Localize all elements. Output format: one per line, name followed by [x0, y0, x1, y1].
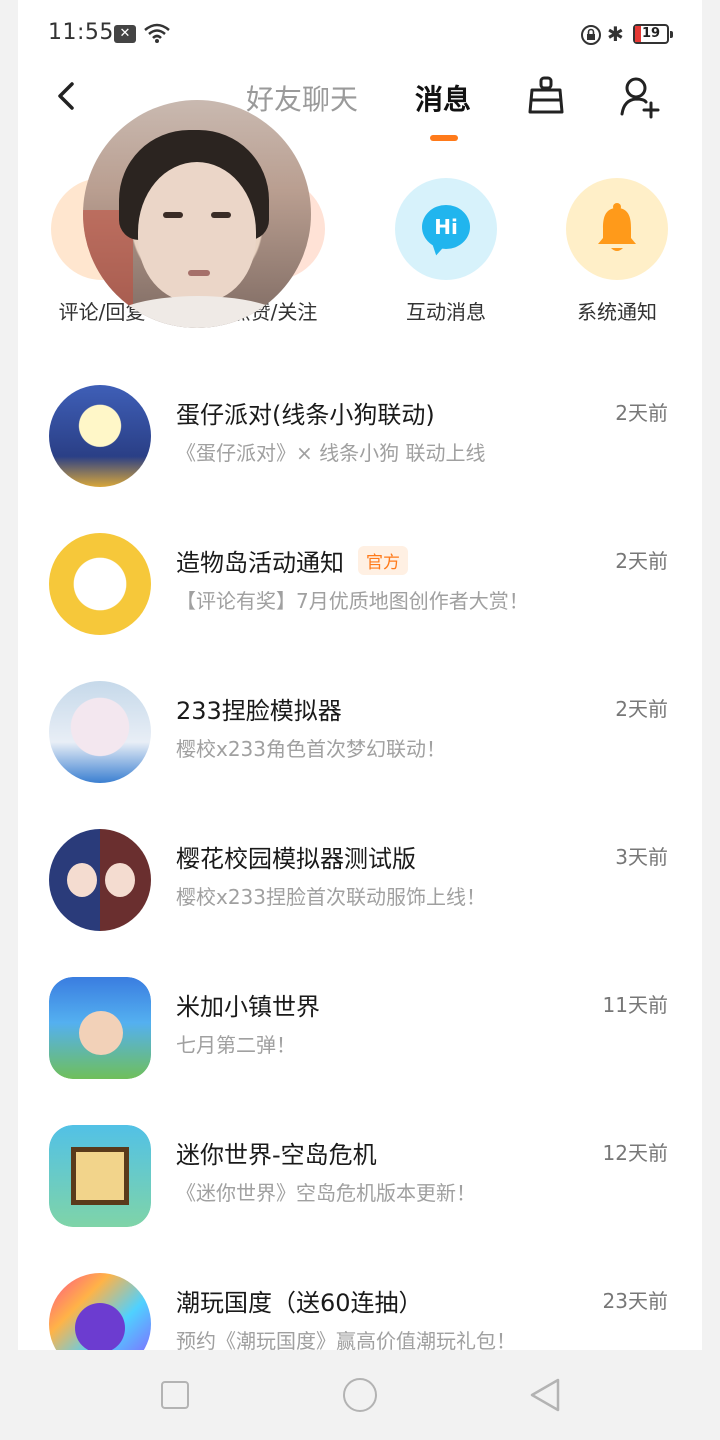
home-icon[interactable] — [343, 1378, 377, 1412]
message-time: 12天前 — [602, 1141, 668, 1165]
avatar — [49, 533, 151, 635]
back-triangle-icon[interactable] — [528, 1377, 562, 1413]
list-item[interactable]: 造物岛活动通知 官方 2天前 【评论有奖】7月优质地图创作者大赏！ — [18, 533, 702, 681]
message-title: 樱花校园模拟器测试版 — [176, 845, 416, 873]
message-time: 2天前 — [615, 697, 668, 721]
active-tab-indicator — [430, 135, 458, 141]
quick-entry-system[interactable]: 系统通知 — [547, 178, 687, 325]
screen: 11:55 ✕ ✱ 19 好友聊天 消息 评论/回复 Hi 互动消息 系统通知 … — [18, 0, 702, 1375]
add-friend-icon[interactable] — [618, 74, 660, 120]
video-person-mouth — [188, 270, 210, 276]
cleanup-icon[interactable] — [526, 74, 566, 118]
video-person-eye — [163, 212, 183, 218]
list-item[interactable]: 迷你世界-空岛危机 12天前 《迷你世界》空岛危机版本更新！ — [18, 1125, 702, 1273]
left-gutter — [0, 0, 18, 1440]
message-time: 11天前 — [602, 993, 668, 1017]
video-person-face — [138, 162, 256, 302]
bell-glyph — [598, 203, 636, 251]
tab-friend-chat[interactable]: 好友聊天 — [246, 78, 358, 118]
message-preview: 《蛋仔派对》× 线条小狗 联动上线 — [176, 441, 486, 465]
bluetooth-icon: ✱ — [607, 22, 624, 46]
message-time: 23天前 — [602, 1289, 668, 1313]
system-nav-bar — [0, 1350, 720, 1440]
official-badge: 官方 — [358, 546, 408, 575]
hi-bubble: Hi — [422, 205, 470, 249]
message-title: 蛋仔派对(线条小狗联动) — [176, 401, 435, 429]
message-time: 2天前 — [615, 401, 668, 425]
avatar — [49, 385, 151, 487]
message-time: 2天前 — [615, 549, 668, 573]
message-title-wrap: 造物岛活动通知 官方 — [176, 543, 408, 578]
x-notification-icon: ✕ — [114, 25, 136, 43]
message-preview: 七月第二弹！ — [176, 1033, 296, 1057]
message-title: 米加小镇世界 — [176, 993, 320, 1021]
quick-entry-interactions[interactable]: Hi 互动消息 — [376, 178, 516, 325]
avatar — [49, 1125, 151, 1227]
message-preview: 樱校x233捏脸首次联动服饰上线！ — [176, 885, 487, 909]
list-item[interactable]: 蛋仔派对(线条小狗联动) 2天前 《蛋仔派对》× 线条小狗 联动上线 — [18, 385, 702, 533]
back-icon[interactable] — [48, 74, 88, 118]
quick-entry-label: 系统通知 — [577, 300, 657, 324]
message-title: 潮玩国度（送60连抽） — [176, 1289, 423, 1317]
list-item[interactable]: 樱花校园模拟器测试版 3天前 樱校x233捏脸首次联动服饰上线！ — [18, 829, 702, 977]
message-title: 迷你世界-空岛危机 — [176, 1141, 377, 1169]
message-list: 蛋仔派对(线条小狗联动) 2天前 《蛋仔派对》× 线条小狗 联动上线 造物岛活动… — [18, 385, 702, 1421]
status-bar: 11:55 ✕ ✱ 19 — [18, 0, 702, 70]
message-preview: 樱校x233角色首次梦幻联动！ — [176, 737, 447, 761]
battery-icon: 19 — [633, 24, 673, 44]
message-preview: 《迷你世界》空岛危机版本更新！ — [176, 1181, 476, 1205]
avatar — [49, 829, 151, 931]
quick-entry-label: 互动消息 — [406, 300, 486, 324]
list-item[interactable]: 233捏脸模拟器 2天前 樱校x233角色首次梦幻联动！ — [18, 681, 702, 829]
rotation-lock-icon — [581, 25, 601, 45]
message-time: 3天前 — [615, 845, 668, 869]
list-item[interactable]: 米加小镇世界 11天前 七月第二弹！ — [18, 977, 702, 1125]
message-title: 233捏脸模拟器 — [176, 697, 342, 725]
status-time: 11:55 — [48, 20, 114, 45]
avatar — [49, 681, 151, 783]
wifi-icon — [144, 23, 170, 43]
video-person-eye — [211, 212, 231, 218]
hi-bubble-icon: Hi — [395, 178, 497, 280]
bell-icon — [566, 178, 668, 280]
recent-apps-icon[interactable] — [161, 1381, 189, 1409]
video-call-overlay[interactable] — [83, 100, 311, 328]
right-gutter — [702, 0, 720, 1440]
message-title: 造物岛活动通知 — [176, 549, 344, 577]
avatar — [49, 977, 151, 1079]
tab-messages[interactable]: 消息 — [415, 78, 471, 118]
message-preview: 【评论有奖】7月优质地图创作者大赏！ — [176, 589, 529, 613]
battery-level: 19 — [641, 26, 661, 41]
